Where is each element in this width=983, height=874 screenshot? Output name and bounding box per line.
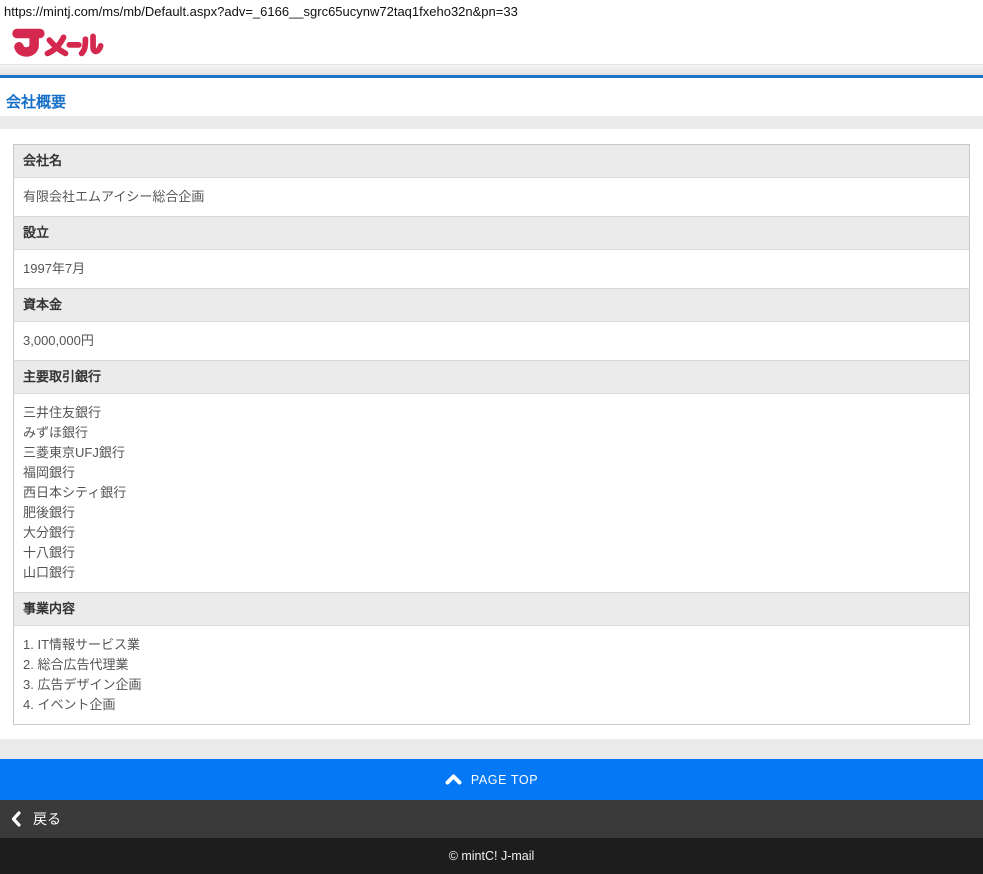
table-value-row: 3,000,000円	[14, 322, 970, 361]
site-footer: © mintC! J-mail	[0, 838, 983, 874]
row-label: 主要取引銀行	[14, 361, 970, 394]
table-header-row: 資本金	[14, 289, 970, 322]
section-divider-top	[0, 116, 983, 129]
page-top-label: PAGE TOP	[471, 773, 538, 787]
table-header-row: 主要取引銀行	[14, 361, 970, 394]
row-label: 事業内容	[14, 593, 970, 626]
row-label: 設立	[14, 217, 970, 250]
jmail-logo-icon	[8, 24, 104, 62]
row-label: 会社名	[14, 145, 970, 178]
header-strip	[0, 64, 983, 75]
page-top-button[interactable]: PAGE TOP	[0, 759, 983, 800]
page-title: 会社概要	[0, 78, 983, 116]
chevron-up-icon	[445, 774, 462, 785]
row-value: 3,000,000円	[14, 322, 970, 361]
site-header: Jメール	[0, 22, 983, 64]
table-value-row: 有限会社エムアイシー総合企画	[14, 178, 970, 217]
back-button[interactable]: 戻る	[0, 800, 983, 838]
row-value: 三井住友銀行みずほ銀行三菱東京UFJ銀行福岡銀行西日本シティ銀行肥後銀行大分銀行…	[14, 394, 970, 593]
section-divider-bottom	[0, 739, 983, 759]
table-header-row: 事業内容	[14, 593, 970, 626]
row-value: 1997年7月	[14, 250, 970, 289]
table-value-row: 1997年7月	[14, 250, 970, 289]
row-label: 資本金	[14, 289, 970, 322]
table-header-row: 設立	[14, 217, 970, 250]
row-value: 有限会社エムアイシー総合企画	[14, 178, 970, 217]
company-info-table: 会社名有限会社エムアイシー総合企画設立1997年7月資本金3,000,000円主…	[13, 144, 970, 725]
logo-text: Jメール	[104, 24, 105, 25]
copyright: © mintC! J-mail	[449, 849, 535, 863]
back-label: 戻る	[33, 809, 61, 829]
table-value-row: 三井住友銀行みずほ銀行三菱東京UFJ銀行福岡銀行西日本シティ銀行肥後銀行大分銀行…	[14, 394, 970, 593]
table-header-row: 会社名	[14, 145, 970, 178]
jmail-logo[interactable]: Jメール	[8, 24, 104, 62]
page: https://mintj.com/ms/mb/Default.aspx?adv…	[0, 0, 983, 874]
chevron-left-icon	[11, 811, 21, 827]
url-text: https://mintj.com/ms/mb/Default.aspx?adv…	[0, 0, 983, 22]
table-value-row: 1. IT情報サービス業2. 総合広告代理業3. 広告デザイン企画4. イベント…	[14, 626, 970, 725]
row-value: 1. IT情報サービス業2. 総合広告代理業3. 広告デザイン企画4. イベント…	[14, 626, 970, 725]
